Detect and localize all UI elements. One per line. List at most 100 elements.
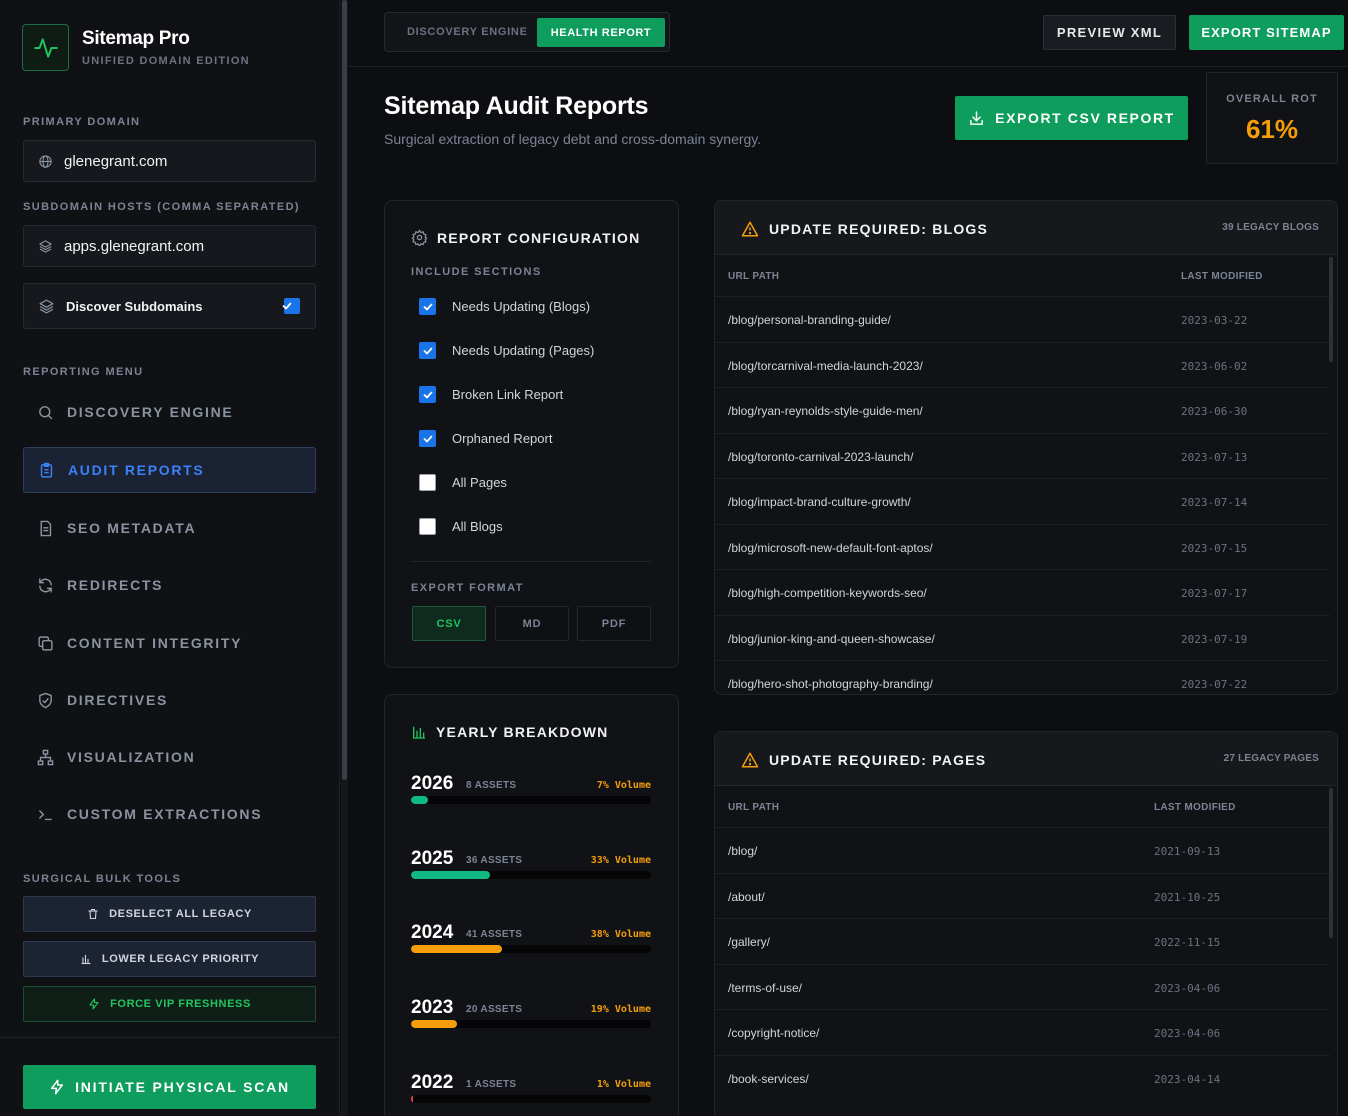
- table-row[interactable]: /copyright-notice/2023-04-06: [715, 1009, 1330, 1055]
- menu-item-label: AUDIT REPORTS: [68, 462, 205, 478]
- app-root: Sitemap Pro UNIFIED DOMAIN EDITION PRIMA…: [0, 0, 1348, 1116]
- url-path-cell: /blog/junior-king-and-queen-showcase/: [728, 631, 935, 646]
- menu-item-redirects[interactable]: REDIRECTS: [23, 562, 316, 608]
- format-csv-button[interactable]: CSV: [412, 606, 486, 641]
- url-path-cell: /blog/hero-shot-photography-branding/: [728, 677, 933, 691]
- section-checkbox[interactable]: [419, 386, 436, 403]
- table-row[interactable]: /blog/impact-brand-culture-growth/2023-0…: [715, 478, 1330, 524]
- discover-subdomains-checkbox[interactable]: [282, 298, 300, 314]
- section-checkbox[interactable]: [419, 298, 436, 315]
- year-assets: 8 ASSETS: [466, 780, 517, 791]
- table-row[interactable]: /blog/hero-shot-photography-branding/202…: [715, 660, 1330, 694]
- blogs-table-scrollbar[interactable]: [1329, 257, 1333, 362]
- sidebar-scrollbar-thumb[interactable]: [342, 0, 347, 780]
- menu-item-audit-reports[interactable]: AUDIT REPORTS: [23, 447, 316, 493]
- subdomain-field[interactable]: apps.glenegrant.com: [23, 225, 316, 267]
- copy-icon: [38, 635, 53, 651]
- lower-legacy-priority-button[interactable]: LOWER LEGACY PRIORITY: [23, 941, 316, 977]
- blogs-count-badge: 39 LEGACY BLOGS: [1222, 222, 1319, 233]
- table-row[interactable]: /blog/high-competition-keywords-seo/2023…: [715, 569, 1330, 615]
- primary-domain-field[interactable]: glenegrant.com: [23, 140, 316, 182]
- discover-subdomains-toggle[interactable]: Discover Subdomains: [23, 283, 316, 329]
- pages-table-scrollbar[interactable]: [1329, 788, 1333, 938]
- year-assets: 20 ASSETS: [466, 1004, 523, 1015]
- yearly-breakdown-title-text: YEARLY BREAKDOWN: [436, 724, 609, 740]
- primary-domain-label: PRIMARY DOMAIN: [23, 116, 141, 128]
- check-icon: [423, 303, 432, 310]
- globe-icon: [39, 154, 52, 168]
- subdomain-value: apps.glenegrant.com: [64, 237, 205, 255]
- url-path-cell: /gallery/: [728, 935, 771, 949]
- pages-count-badge: 27 LEGACY PAGES: [1223, 753, 1319, 764]
- section-checkbox[interactable]: [419, 430, 436, 447]
- url-path-cell: /blog/ryan-reynolds-style-guide-men/: [728, 404, 923, 418]
- export-csv-report-button[interactable]: EXPORT CSV REPORT: [955, 96, 1188, 140]
- url-path-cell: /blog/personal-branding-guide/: [728, 313, 891, 327]
- primary-domain-value: glenegrant.com: [64, 152, 168, 170]
- section-option-label: All Pages: [452, 475, 507, 490]
- menu-item-directives[interactable]: DIRECTIVES: [23, 677, 316, 723]
- force-vip-freshness-label: FORCE VIP FRESHNESS: [110, 998, 251, 1010]
- initiate-scan-button[interactable]: INITIATE PHYSICAL SCAN: [23, 1065, 316, 1109]
- sitemap-tree-icon: [37, 749, 54, 765]
- column-header-last-modified: LAST MODIFIED: [1181, 271, 1263, 282]
- column-header-url-path: URL PATH: [728, 271, 780, 282]
- section-checkbox[interactable]: [419, 518, 436, 535]
- table-row[interactable]: /blog/personal-branding-guide/2023-03-22: [715, 296, 1330, 342]
- url-path-cell: /terms-of-use/: [728, 980, 803, 995]
- table-row[interactable]: /book-services/2023-04-14: [715, 1054, 1330, 1101]
- section-option[interactable]: Orphaned Report: [419, 430, 552, 447]
- table-row[interactable]: /blog/torcarnival-media-launch-2023/2023…: [715, 341, 1330, 388]
- gear-icon: [411, 229, 428, 246]
- menu-item-custom-extractions[interactable]: CUSTOM EXTRACTIONS: [23, 791, 316, 837]
- section-checkbox[interactable]: [419, 342, 436, 359]
- menu-item-visualization[interactable]: VISUALIZATION: [23, 734, 316, 780]
- lightning-icon: [89, 998, 99, 1010]
- url-path-cell: /blog/: [728, 844, 758, 858]
- subdomain-label: SUBDOMAIN HOSTS (COMMA SEPARATED): [23, 201, 300, 213]
- section-option[interactable]: All Blogs: [419, 518, 503, 535]
- include-sections-label: INCLUDE SECTIONS: [411, 266, 542, 278]
- trash-icon: [88, 908, 98, 920]
- preview-xml-button[interactable]: PREVIEW XML: [1043, 15, 1176, 50]
- section-option[interactable]: Broken Link Report: [419, 386, 563, 403]
- last-modified-cell: 2023-07-13: [1181, 450, 1248, 464]
- table-row[interactable]: /blog/toronto-carnival-2023-launch/2023-…: [715, 432, 1330, 479]
- shield-check-icon: [39, 692, 52, 708]
- tab-health-report[interactable]: HEALTH REPORT: [537, 18, 665, 47]
- url-path-cell: /blog/high-competition-keywords-seo/: [728, 586, 927, 600]
- table-row[interactable]: /blog/2021-09-13: [715, 827, 1330, 873]
- table-row[interactable]: /about/2021-10-25: [715, 872, 1330, 919]
- table-row[interactable]: /terms-of-use/2023-04-06: [715, 963, 1330, 1010]
- export-sitemap-button[interactable]: EXPORT SITEMAP: [1189, 15, 1344, 50]
- section-option[interactable]: All Pages: [419, 474, 507, 491]
- last-modified-cell: 2023-04-06: [1154, 981, 1221, 995]
- sidebar-divider: [0, 1037, 340, 1038]
- last-modified-cell: 2023-07-19: [1181, 632, 1248, 646]
- column-header-url-path: URL PATH: [728, 802, 780, 813]
- table-row[interactable]: /blog/ryan-reynolds-style-guide-men/2023…: [715, 387, 1330, 433]
- section-option[interactable]: Needs Updating (Pages): [419, 342, 594, 359]
- tab-discovery-engine[interactable]: DISCOVERY ENGINE: [407, 26, 528, 38]
- sidebar-scrollbar[interactable]: [341, 0, 348, 1116]
- table-row[interactable]: /blog/junior-king-and-queen-showcase/202…: [715, 614, 1330, 661]
- download-icon: [970, 110, 984, 125]
- pages-table-header: UPDATE REQUIRED: PAGES 27 LEGACY PAGES: [715, 732, 1337, 786]
- page-subtitle: Surgical extraction of legacy debt and c…: [384, 131, 762, 147]
- section-checkbox[interactable]: [419, 474, 436, 491]
- last-modified-cell: 2023-07-22: [1181, 678, 1248, 691]
- bar-chart-icon: [81, 955, 91, 965]
- format-md-button[interactable]: MD: [495, 606, 569, 641]
- deselect-all-legacy-button[interactable]: DESELECT ALL LEGACY: [23, 896, 316, 932]
- menu-item-discovery-engine[interactable]: DISCOVERY ENGINE: [23, 389, 316, 435]
- format-pdf-button[interactable]: PDF: [577, 606, 651, 641]
- blogs-table-title-text: UPDATE REQUIRED: BLOGS: [769, 221, 989, 237]
- force-vip-freshness-button[interactable]: FORCE VIP FRESHNESS: [23, 986, 316, 1022]
- menu-item-content-integrity[interactable]: CONTENT INTEGRITY: [23, 620, 316, 666]
- overall-rot-label: OVERALL ROT: [1226, 93, 1318, 105]
- section-option[interactable]: Needs Updating (Blogs): [419, 298, 590, 315]
- refresh-icon: [39, 577, 52, 593]
- table-row[interactable]: /blog/microsoft-new-default-font-aptos/2…: [715, 523, 1330, 570]
- table-row[interactable]: /gallery/2022-11-15: [715, 918, 1330, 964]
- menu-item-seo-metadata[interactable]: SEO METADATA: [23, 505, 316, 551]
